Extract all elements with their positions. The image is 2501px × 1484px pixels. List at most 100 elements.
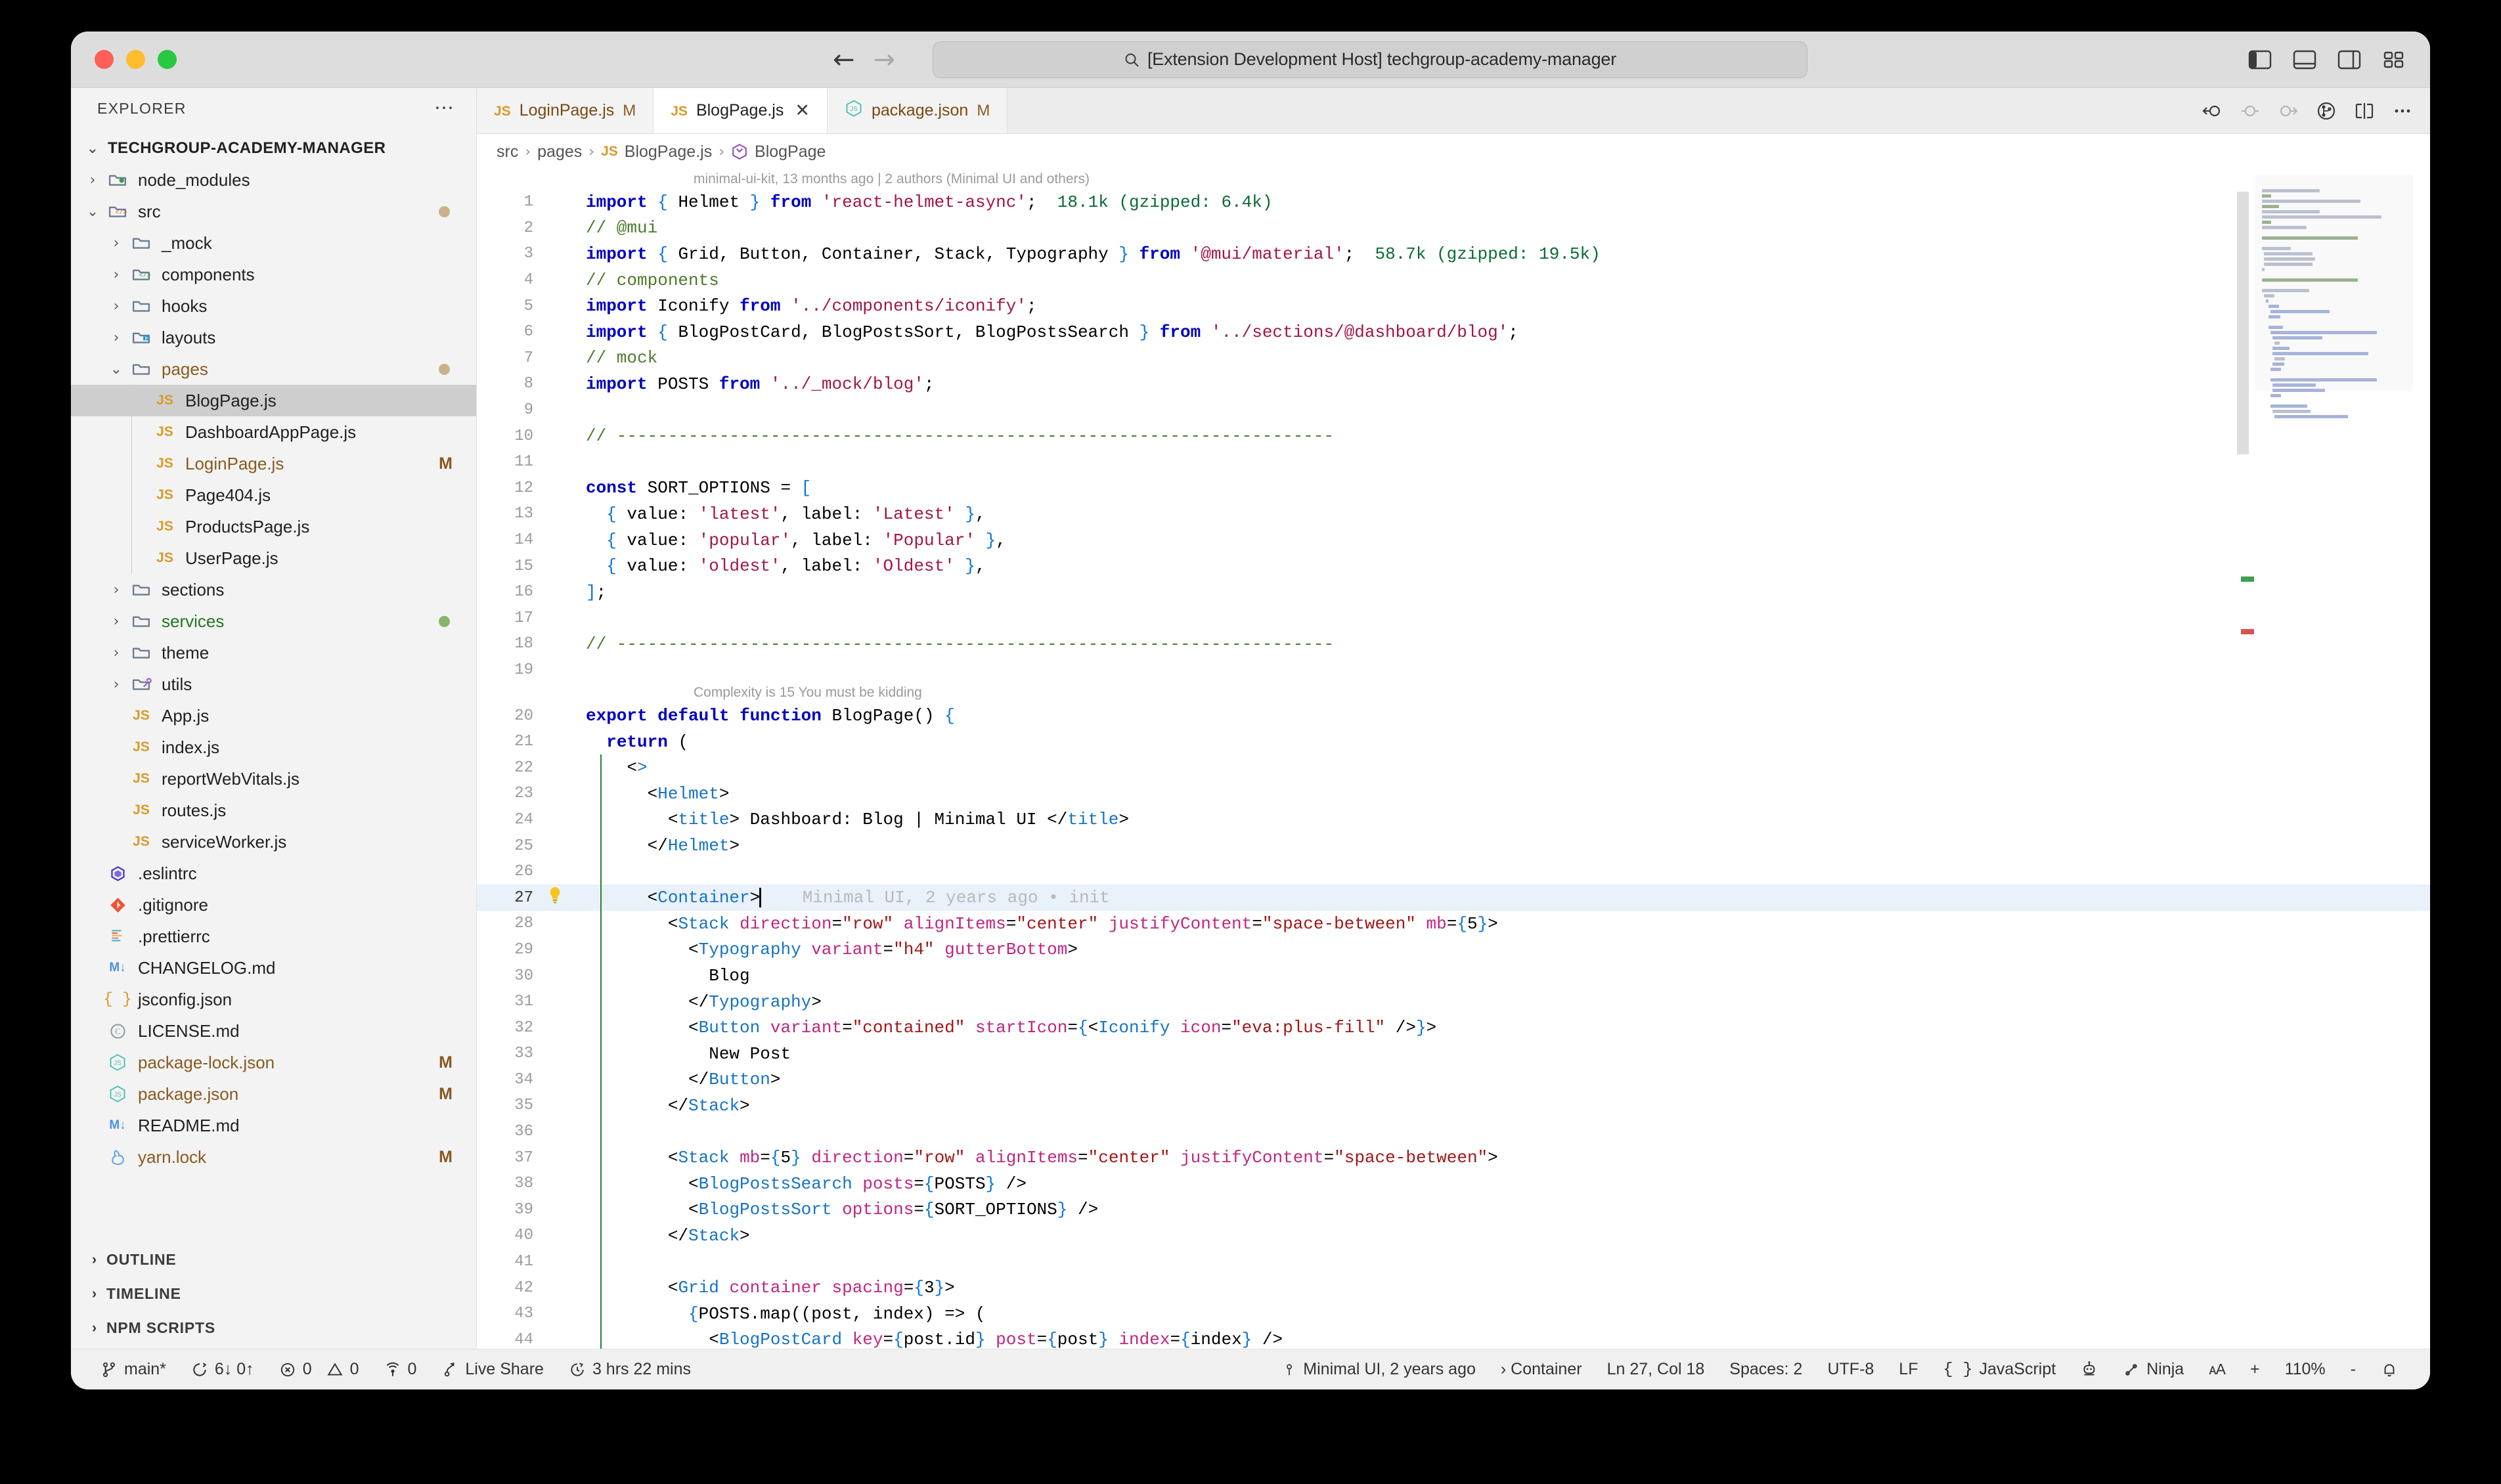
tree-folder-theme[interactable]: › theme [71, 637, 476, 668]
code-scroll-region[interactable]: minimal-ui-kit, 13 months ago | 2 author… [477, 169, 2430, 1349]
maximize-window-button[interactable] [158, 50, 177, 69]
tree-file-serviceworker-js[interactable]: JS serviceWorker.js [71, 826, 476, 858]
tree-folder-utils[interactable]: › utils [71, 668, 476, 700]
sidebar-item-outline[interactable]: › OUTLINE [71, 1242, 476, 1277]
code-line[interactable]: 21 return ( [477, 729, 2430, 755]
status-branch[interactable]: main* [88, 1360, 179, 1379]
tree-file-app-js[interactable]: JS App.js [71, 700, 476, 731]
tree-folder-node-modules[interactable]: › node_modules [71, 164, 476, 196]
code-line[interactable]: 31 </Typography> [477, 988, 2430, 1015]
tree-file-blogpage-js[interactable]: JS BlogPage.js [71, 385, 476, 416]
code-line[interactable]: 14 { value: 'popular', label: 'Popular' … [477, 527, 2430, 554]
status-zoom-out[interactable]: - [2338, 1360, 2368, 1379]
code-editor[interactable]: minimal-ui-kit, 13 months ago | 2 author… [477, 169, 2430, 1349]
status-problems[interactable]: 0 0 [267, 1360, 372, 1379]
code-line[interactable]: 20 export default function BlogPage() { [477, 703, 2430, 729]
code-line[interactable]: 7 // mock [477, 345, 2430, 372]
code-line[interactable]: 41 [477, 1248, 2430, 1275]
go-forward-arrow-icon[interactable]: → [874, 47, 896, 73]
tree-file-userpage-js[interactable]: JS UserPage.js [71, 542, 476, 574]
tree-file-productspage-js[interactable]: JS ProductsPage.js [71, 511, 476, 542]
status-git-blame[interactable]: Minimal UI, 2 years ago [1270, 1360, 1488, 1379]
tab-package-json[interactable]: JS package.json M [828, 88, 1008, 133]
status-indentation[interactable]: Spaces: 2 [1717, 1360, 1815, 1379]
code-line[interactable]: 12 const SORT_OPTIONS = [ [477, 475, 2430, 502]
customize-layout-icon[interactable] [2383, 51, 2405, 69]
code-line[interactable]: 19 [477, 657, 2430, 684]
code-line[interactable]: 18 // -----------------------------------… [477, 631, 2430, 657]
status-ninja[interactable]: Ninja [2110, 1360, 2196, 1379]
code-line[interactable]: 29 <Typography variant="h4" gutterBottom… [477, 936, 2430, 963]
tree-file-routes-js[interactable]: JS routes.js [71, 795, 476, 826]
tree-file-jsconfig-json[interactable]: { } jsconfig.json [71, 984, 476, 1015]
tab-blogpage-js[interactable]: JS BlogPage.js ✕ [653, 88, 828, 133]
code-line[interactable]: 27 <Container> Minimal UI, 2 years ago •… [477, 884, 2430, 911]
codelens-authors[interactable]: minimal-ui-kit, 13 months ago | 2 author… [477, 169, 2430, 189]
tree-file-package-json[interactable]: JS package.json M [71, 1078, 476, 1110]
close-icon[interactable]: ✕ [795, 100, 810, 121]
status-ports[interactable]: 0 [372, 1360, 430, 1379]
scrollbar-thumb[interactable] [2237, 192, 2249, 454]
toggle-secondary-sidebar-icon[interactable] [2337, 50, 2361, 69]
tree-file-page404-js[interactable]: JS Page404.js [71, 479, 476, 511]
split-editor-icon[interactable] [2354, 100, 2375, 121]
tree-folder-components[interactable]: › </> components [71, 259, 476, 290]
codelens-complexity[interactable]: Complexity is 15 You must be kidding [477, 683, 2430, 703]
code-line[interactable]: 42 <Grid container spacing={3}> [477, 1275, 2430, 1301]
status-language-mode[interactable]: { } JavaScript [1930, 1360, 2068, 1379]
quick-fix-lightbulb-icon[interactable] [540, 885, 570, 910]
status-sync[interactable]: 6↓ 0↑ [179, 1360, 267, 1379]
tree-folder-layouts[interactable]: › layouts [71, 322, 476, 353]
tree-folder-pages[interactable]: ⌄ pages [71, 353, 476, 385]
code-line[interactable]: 24 <title> Dashboard: Blog | Minimal UI … [477, 806, 2430, 833]
tree-folder-hooks[interactable]: › hooks [71, 290, 476, 322]
code-line[interactable]: 15 { value: 'oldest', label: 'Oldest' }, [477, 553, 2430, 579]
code-line[interactable]: 33 New Post [477, 1041, 2430, 1067]
tree-file-yarn-lock[interactable]: yarn.lock M [71, 1141, 476, 1173]
code-line[interactable]: 23 <Helmet> [477, 781, 2430, 807]
code-line[interactable]: 32 <Button variant="contained" startIcon… [477, 1015, 2430, 1041]
breadcrumb-item-src[interactable]: src [497, 142, 518, 162]
code-line[interactable]: 35 </Stack> [477, 1093, 2430, 1119]
tree-root-folder[interactable]: ⌄ TECHGROUP-ACADEMY-MANAGER [71, 133, 476, 164]
more-actions-icon[interactable] [2392, 100, 2413, 121]
code-line[interactable]: 4 // components [477, 267, 2430, 294]
code-line[interactable]: 5 import Iconify from '../components/icon… [477, 293, 2430, 319]
code-line[interactable]: 44 <BlogPostCard key={post.id} post={pos… [477, 1326, 2430, 1349]
code-line[interactable]: 6 import { BlogPostCard, BlogPostsSort, B… [477, 319, 2430, 345]
editor-vertical-scrollbar[interactable] [2237, 169, 2249, 1349]
tree-file-license-md[interactable]: C LICENSE.md [71, 1015, 476, 1047]
command-center-search[interactable]: [Extension Development Host] techgroup-a… [933, 41, 1807, 78]
code-line[interactable]: 11 [477, 449, 2430, 475]
code-line[interactable]: 1 import { Helmet } from 'react-helmet-as… [477, 189, 2430, 215]
code-line[interactable]: 16]; [477, 579, 2430, 605]
source-control-icon[interactable] [2316, 100, 2337, 121]
sidebar-item-npm-scripts[interactable]: › NPM SCRIPTS [71, 1311, 476, 1345]
code-line[interactable]: 25 </Helmet> [477, 833, 2430, 859]
tree-file--gitignore[interactable]: .gitignore [71, 889, 476, 921]
code-line[interactable]: 34 </Button> [477, 1066, 2430, 1093]
tree-file--prettierrc[interactable]: .prettierrc [71, 921, 476, 952]
no-change-icon[interactable] [2240, 100, 2261, 121]
code-line[interactable]: 40 </Stack> [477, 1223, 2430, 1249]
code-line[interactable]: 9 [477, 397, 2430, 424]
go-back-arrow-icon[interactable]: ← [833, 47, 855, 73]
code-line[interactable]: 30 Blog [477, 963, 2430, 989]
tree-file-index-js[interactable]: JS index.js [71, 731, 476, 763]
breadcrumb-item-file[interactable]: BlogPage.js [625, 142, 712, 162]
code-line[interactable]: 37 <Stack mb={5} direction="row" alignIt… [477, 1145, 2430, 1171]
tree-file-dashboardapppage-js[interactable]: JS DashboardAppPage.js [71, 416, 476, 448]
status-zoom-in[interactable]: + [2238, 1360, 2272, 1379]
editor-minimap[interactable] [2255, 175, 2413, 418]
tree-file-package-lock-json[interactable]: JS package-lock.json M [71, 1047, 476, 1078]
tab-loginpage-js[interactable]: JS LoginPage.js M [477, 88, 654, 133]
code-line[interactable]: 10 // -----------------------------------… [477, 423, 2430, 449]
tree-folder-services[interactable]: › services [71, 605, 476, 637]
explorer-more-actions-icon[interactable]: ⋯ [434, 98, 455, 118]
tree-file-reportwebvitals-js[interactable]: JS reportWebVitals.js [71, 763, 476, 795]
tree-file--eslintrc[interactable]: .eslintrc [71, 858, 476, 889]
status-notifications[interactable] [2368, 1361, 2410, 1378]
tree-folder--mock[interactable]: › _mock [71, 227, 476, 259]
minimize-window-button[interactable] [126, 50, 145, 69]
code-line[interactable]: 3 import { Grid, Button, Container, Stack… [477, 241, 2430, 267]
